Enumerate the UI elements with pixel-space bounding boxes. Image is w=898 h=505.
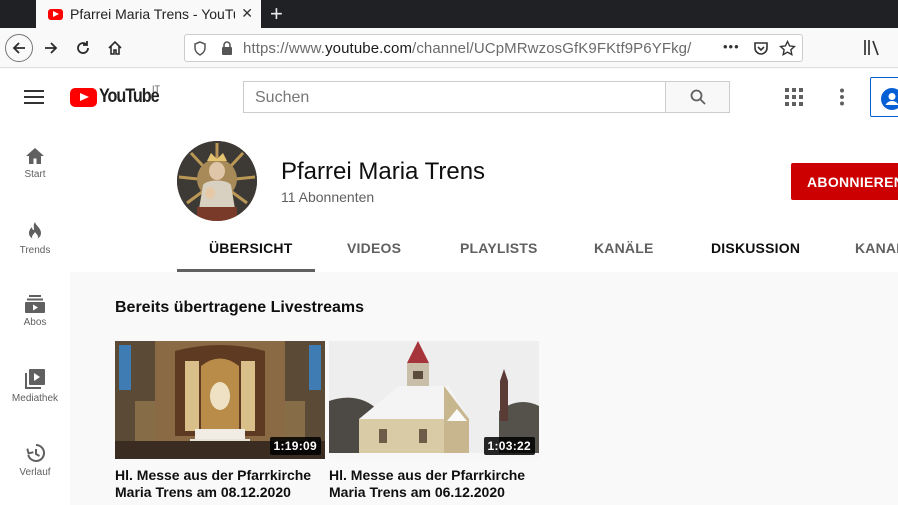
menu-icon[interactable] — [24, 89, 44, 105]
video-title[interactable]: Hl. Messe aus der Pfarrkirche Maria Tren… — [329, 467, 539, 501]
channel-header: Pfarrei Maria Trens 11 Abonnenten ABONNI… — [70, 125, 898, 272]
madonna-avatar-image — [177, 141, 257, 221]
home-icon — [26, 148, 44, 164]
account-avatar-icon — [881, 88, 898, 110]
sidebar-item-label: Verlauf — [19, 467, 51, 478]
browser-tab[interactable]: Pfarrei Maria Trens - YouTube ✕ — [36, 0, 261, 28]
youtube-country-code: IT — [152, 84, 160, 94]
tab-kanalinfo[interactable]: KANAL — [855, 240, 898, 256]
arrow-left-icon — [12, 42, 25, 54]
browser-nav-bar: https://www.youtube.com/channel/UCpMRwzo… — [0, 28, 898, 68]
back-button[interactable] — [5, 34, 33, 62]
browser-tab-bar: Pfarrei Maria Trens - YouTube ✕ + — [0, 0, 898, 28]
new-tab-button[interactable]: + — [270, 1, 283, 27]
sidebar-item-verlauf[interactable]: Verlauf — [0, 443, 70, 478]
history-icon — [26, 443, 45, 462]
library-icon[interactable] — [863, 39, 881, 56]
home-button[interactable] — [101, 34, 129, 62]
youtube-favicon-icon — [48, 8, 63, 20]
shield-icon[interactable] — [193, 41, 207, 56]
tab-close-icon[interactable]: ✕ — [241, 5, 253, 22]
sidebar-item-abos[interactable]: Abos — [0, 295, 70, 328]
account-button[interactable] — [870, 77, 898, 117]
bookmark-star-icon[interactable] — [779, 40, 796, 57]
sidebar-item-label: Abos — [23, 317, 47, 328]
youtube-play-logo-icon — [70, 87, 97, 107]
video-card[interactable]: 1:19:09 Hl. Messe aus der Pfarrkirche Ma… — [115, 341, 325, 501]
sidebar: Start Trends Abos Mediathek Verlauf — [0, 125, 70, 505]
sidebar-item-label: Trends — [19, 245, 51, 256]
url-text[interactable]: https://www.youtube.com/channel/UCpMRwzo… — [243, 40, 715, 57]
flame-icon — [29, 222, 41, 240]
video-thumbnail[interactable]: 1:19:09 — [115, 341, 325, 459]
subscriptions-icon — [25, 295, 45, 313]
channel-name: Pfarrei Maria Trens — [281, 158, 486, 185]
library-icon — [25, 369, 45, 389]
sidebar-item-label: Start — [24, 169, 46, 180]
lock-icon[interactable] — [221, 41, 233, 56]
forward-button[interactable] — [37, 34, 65, 62]
subscribe-button[interactable]: ABONNIEREN — [791, 163, 898, 200]
more-vertical-icon[interactable] — [839, 88, 845, 106]
video-duration: 1:03:22 — [483, 437, 535, 455]
reload-icon — [77, 41, 89, 54]
apps-grid-icon[interactable] — [785, 88, 803, 106]
page-actions-menu-icon[interactable]: ••• — [723, 39, 740, 54]
sidebar-item-trends[interactable]: Trends — [0, 221, 70, 256]
tab-uebersicht[interactable]: ÜBERSICHT — [209, 240, 292, 256]
browser-tab-title: Pfarrei Maria Trens - YouTube — [70, 6, 235, 22]
channel-content: Bereits übertragene Livestreams 1:19:09 … — [70, 272, 898, 505]
search-icon — [690, 89, 706, 105]
search-button[interactable] — [665, 81, 730, 113]
video-thumbnail[interactable]: 1:03:22 — [329, 341, 539, 459]
video-title[interactable]: Hl. Messe aus der Pfarrkirche Maria Tren… — [115, 467, 325, 501]
video-card[interactable]: 1:03:22 Hl. Messe aus der Pfarrkirche Ma… — [329, 341, 539, 501]
sidebar-item-label: Mediathek — [11, 393, 59, 404]
search-input[interactable]: Suchen — [243, 81, 666, 113]
tab-diskussion[interactable]: DISKUSSION — [711, 240, 800, 256]
sidebar-item-mediathek[interactable]: Mediathek — [0, 369, 70, 404]
arrow-right-icon — [45, 42, 58, 54]
tab-videos[interactable]: VIDEOS — [347, 240, 401, 256]
home-icon — [108, 40, 122, 55]
video-duration: 1:19:09 — [269, 437, 321, 455]
youtube-logo-text: YouTube — [99, 86, 160, 107]
search-placeholder: Suchen — [255, 89, 310, 106]
channel-avatar[interactable] — [177, 141, 257, 221]
sidebar-item-start[interactable]: Start — [0, 147, 70, 180]
pocket-icon[interactable] — [753, 41, 769, 56]
section-title[interactable]: Bereits übertragene Livestreams — [115, 299, 364, 317]
youtube-logo[interactable]: YouTube IT — [70, 84, 169, 108]
tab-kanaele[interactable]: KANÄLE — [594, 240, 654, 256]
reload-button[interactable] — [69, 34, 97, 62]
url-bar[interactable]: https://www.youtube.com/channel/UCpMRwzo… — [184, 34, 803, 62]
tab-playlists[interactable]: PLAYLISTS — [460, 240, 538, 256]
subscriber-count: 11 Abonnenten — [281, 189, 375, 205]
youtube-header: YouTube IT Suchen — [0, 69, 898, 125]
